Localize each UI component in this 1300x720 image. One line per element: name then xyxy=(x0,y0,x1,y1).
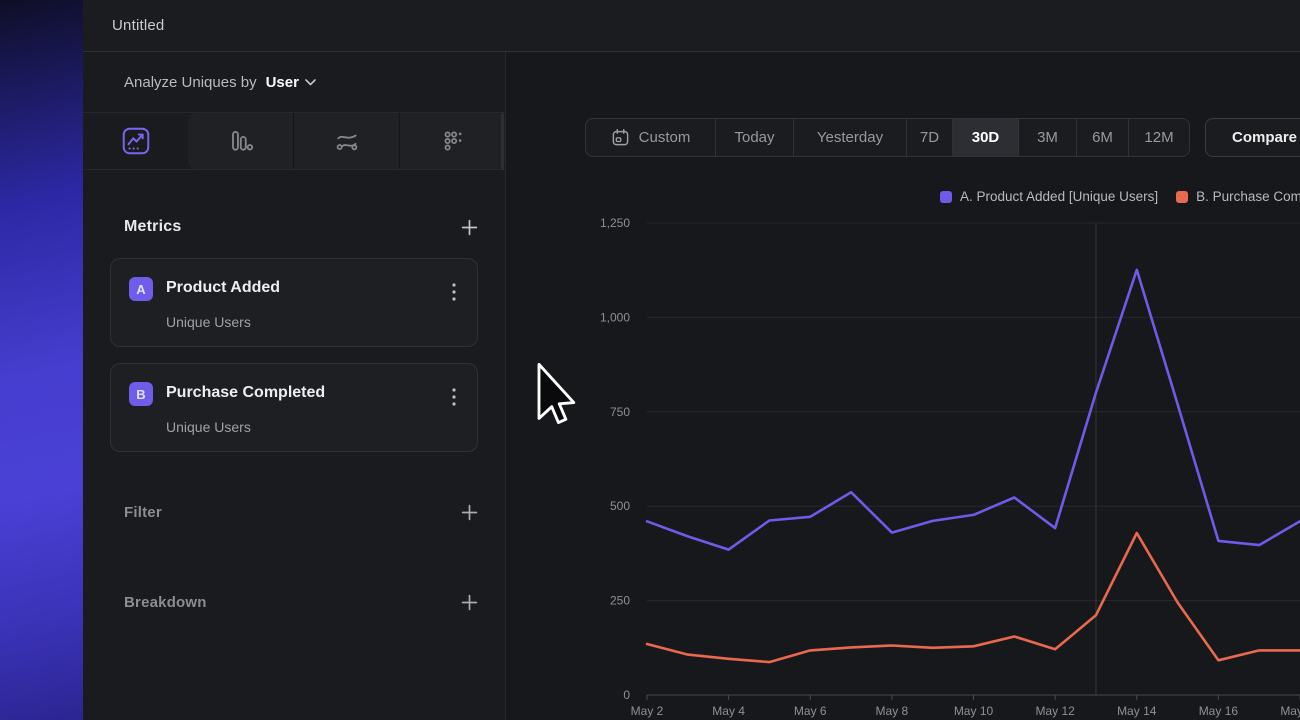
svg-text:May 8: May 8 xyxy=(876,704,909,718)
line-chart-icon xyxy=(122,127,150,155)
analytics-app: Untitled Analyze Uniques by User xyxy=(83,0,1300,720)
svg-text:750: 750 xyxy=(610,405,630,419)
report-title[interactable]: Untitled xyxy=(112,17,164,34)
add-metric-button[interactable] xyxy=(458,216,480,238)
sidebar-scrollbar[interactable] xyxy=(501,113,504,170)
filter-title: Filter xyxy=(124,504,162,521)
line-chart[interactable]: 0 250 500 750 1,000 1,250 May 2 May 4 May 6 May 8… xyxy=(507,180,1300,720)
plus-icon xyxy=(461,594,478,611)
tab-flow-chart[interactable] xyxy=(294,113,400,169)
query-sidebar: Analyze Uniques by User xyxy=(83,52,506,720)
svg-text:500: 500 xyxy=(610,499,630,513)
analyze-by-dropdown[interactable]: User xyxy=(266,74,316,91)
svg-text:May 6: May 6 xyxy=(794,704,827,718)
range-label: 30D xyxy=(972,129,1000,146)
analyze-by-value: User xyxy=(266,74,299,91)
range-label: Custom xyxy=(639,129,691,146)
plus-icon xyxy=(461,504,478,521)
svg-text:May 16: May 16 xyxy=(1199,704,1239,718)
add-breakdown-button[interactable] xyxy=(458,591,480,613)
range-button-12m[interactable]: 12M xyxy=(1129,119,1189,156)
kebab-icon xyxy=(452,283,456,301)
metric-menu-button[interactable] xyxy=(447,388,461,406)
range-button-today[interactable]: Today xyxy=(716,119,794,156)
date-range-segmented-control: Custom Today Yesterday 7D 30D 3M 6M 12M xyxy=(585,118,1190,157)
tab-dots-grid[interactable] xyxy=(400,113,505,169)
bar-chart-icon xyxy=(228,128,254,154)
svg-text:250: 250 xyxy=(610,594,630,608)
metric-name: Purchase Completed xyxy=(166,384,325,402)
flow-chart-icon xyxy=(334,128,360,154)
metric-badge-b: B xyxy=(129,382,153,406)
top-bar: Untitled xyxy=(83,0,1300,52)
metric-badge-a: A xyxy=(129,277,153,301)
range-button-7d[interactable]: 7D xyxy=(907,119,953,156)
chart-type-tab-group xyxy=(188,113,505,169)
range-label: 3M xyxy=(1037,129,1058,146)
metric-name: Product Added xyxy=(166,279,280,297)
dots-grid-icon xyxy=(440,128,466,154)
range-button-3m[interactable]: 3M xyxy=(1019,119,1077,156)
chart-panel: Custom Today Yesterday 7D 30D 3M 6M 12M Compare… xyxy=(506,52,1300,720)
chevron-down-icon xyxy=(305,79,316,86)
compare-button[interactable]: Compare xyxy=(1205,118,1300,157)
svg-text:0: 0 xyxy=(623,688,630,702)
analyze-by-label: Analyze Uniques by xyxy=(124,74,257,91)
metrics-title: Metrics xyxy=(124,218,181,236)
metric-card-purchase-completed[interactable]: B Purchase Completed Unique Users xyxy=(110,363,478,452)
kebab-icon xyxy=(452,388,456,406)
chart-type-tabs xyxy=(83,113,505,170)
range-button-yesterday[interactable]: Yesterday xyxy=(794,119,907,156)
svg-text:May 18: May 18 xyxy=(1280,704,1300,718)
metric-measure[interactable]: Unique Users xyxy=(166,314,251,330)
breakdown-section-header: Breakdown xyxy=(124,590,480,614)
app-window: Untitled Analyze Uniques by User xyxy=(0,0,1300,720)
tab-line-chart[interactable] xyxy=(83,113,188,169)
range-button-custom[interactable]: Custom xyxy=(586,119,716,156)
metrics-section-header: Metrics xyxy=(124,215,480,239)
svg-text:May 12: May 12 xyxy=(1035,704,1075,718)
tab-bar-chart[interactable] xyxy=(188,113,294,169)
breakdown-title: Breakdown xyxy=(124,594,207,611)
range-button-30d[interactable]: 30D xyxy=(953,119,1019,156)
metric-menu-button[interactable] xyxy=(447,283,461,301)
svg-text:May 2: May 2 xyxy=(631,704,664,718)
analyze-by-row: Analyze Uniques by User xyxy=(83,52,505,113)
filter-section-header: Filter xyxy=(124,500,480,524)
metric-card-product-added[interactable]: A Product Added Unique Users xyxy=(110,258,478,347)
svg-text:May 14: May 14 xyxy=(1117,704,1157,718)
range-label: 12M xyxy=(1144,129,1173,146)
range-button-6m[interactable]: 6M xyxy=(1077,119,1129,156)
metric-measure[interactable]: Unique Users xyxy=(166,419,251,435)
svg-text:May 4: May 4 xyxy=(712,704,745,718)
desktop-gradient-strip xyxy=(0,0,83,720)
range-label: 7D xyxy=(920,129,939,146)
add-filter-button[interactable] xyxy=(458,501,480,523)
svg-text:1,000: 1,000 xyxy=(600,310,630,324)
range-label: Today xyxy=(734,129,774,146)
svg-text:1,250: 1,250 xyxy=(600,216,630,230)
calendar-icon xyxy=(611,128,630,147)
svg-text:May 10: May 10 xyxy=(954,704,994,718)
range-label: 6M xyxy=(1092,129,1113,146)
plus-icon xyxy=(461,219,478,236)
range-label: Yesterday xyxy=(817,129,883,146)
